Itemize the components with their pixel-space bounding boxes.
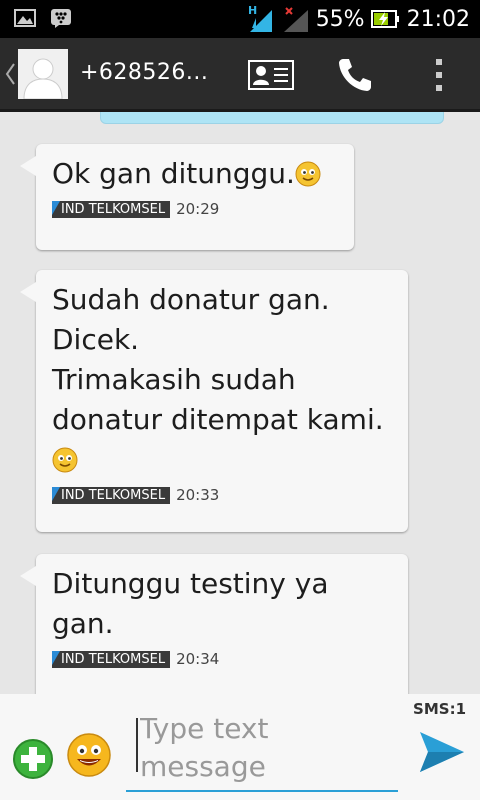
overflow-menu-icon: [436, 59, 442, 91]
image-icon: [14, 9, 36, 27]
add-attachment-icon[interactable]: [12, 738, 54, 780]
message-meta: IND TELKOMSEL 20:33: [52, 486, 394, 504]
message-list[interactable]: Ok gan ditunggu. IND TELKOMSEL 20:29 Sud…: [0, 112, 480, 694]
received-message-bubble[interactable]: Ditunggu testiny ya gan. IND TELKOMSEL 2…: [20, 554, 408, 694]
message-meta: IND TELKOMSEL 20:29: [52, 200, 340, 218]
battery-charging-icon: [370, 10, 399, 28]
sms-counter: SMS:1: [413, 700, 466, 718]
contact-number[interactable]: +628526...: [80, 60, 208, 85]
received-message-bubble[interactable]: Ok gan ditunggu. IND TELKOMSEL 20:29: [20, 144, 354, 250]
signal-h-icon: H: [248, 4, 272, 32]
back-chevron-icon[interactable]: [4, 60, 16, 88]
signal-no-data-icon: [283, 7, 308, 32]
bbm-icon: [51, 9, 71, 28]
svg-text:H: H: [248, 4, 257, 17]
sim-label: IND TELKOMSEL: [52, 650, 171, 668]
message-input[interactable]: [140, 710, 390, 790]
smiley-emoticon-icon: [295, 161, 321, 187]
received-message-bubble[interactable]: Sudah donatur gan. Dicek. Trimakasih sud…: [20, 270, 408, 532]
message-time: 20:33: [176, 486, 220, 504]
emoji-icon[interactable]: [66, 732, 112, 778]
battery-percent: 55%: [315, 6, 365, 32]
message-meta: IND TELKOMSEL 20:34: [52, 650, 394, 668]
send-icon[interactable]: [418, 730, 466, 774]
sim-label: IND TELKOMSEL: [52, 200, 171, 218]
message-text: Ok gan ditunggu.: [52, 154, 340, 194]
message-time: 20:34: [176, 650, 220, 668]
contact-avatar[interactable]: [18, 49, 68, 99]
contact-card-button[interactable]: [246, 52, 296, 98]
call-button[interactable]: [330, 52, 380, 98]
sim-label: IND TELKOMSEL: [52, 486, 171, 504]
compose-bar: SMS:1: [0, 694, 480, 800]
clock: 21:02: [406, 6, 470, 32]
previous-sent-message-bubble[interactable]: [100, 112, 444, 124]
conversation-header: +628526...: [0, 38, 480, 112]
overflow-menu-button[interactable]: [414, 52, 464, 98]
avatar-silhouette-icon: [18, 49, 68, 99]
message-text: Sudah donatur gan. Dicek. Trimakasih sud…: [52, 280, 394, 480]
phone-call-icon: [339, 59, 371, 91]
smiley-emoticon-icon: [52, 447, 78, 473]
message-time: 20:29: [176, 200, 220, 218]
status-bar: H 55% 21:02: [0, 0, 480, 38]
message-text: Ditunggu testiny ya gan.: [52, 567, 329, 640]
contact-card-icon: [248, 60, 294, 90]
text-cursor: [136, 718, 138, 772]
message-input-wrapper: [126, 704, 398, 792]
